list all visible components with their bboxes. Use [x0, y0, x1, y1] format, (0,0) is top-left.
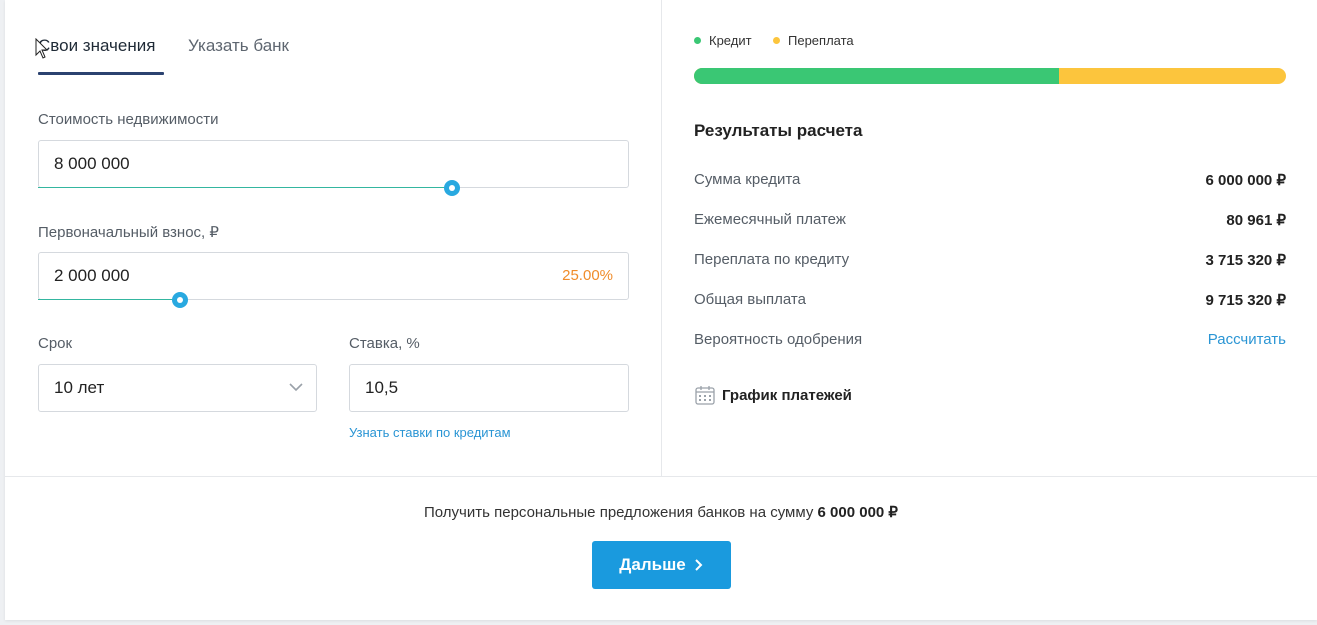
down-payment-slider-thumb[interactable]	[171, 292, 188, 308]
chevron-right-icon	[695, 559, 703, 571]
next-button[interactable]: Дальше	[592, 541, 731, 589]
total-payment-value: 9 715 320 ₽	[1205, 292, 1286, 309]
down-payment-field[interactable]: 2 000 000 25.00%	[38, 252, 629, 300]
credit-bar-segment	[694, 68, 1060, 84]
term-select[interactable]: 10 лет	[38, 364, 317, 412]
property-cost-value: 8 000 000	[54, 154, 130, 173]
offer-amount: 6 000 000 ₽	[817, 504, 898, 521]
mouse-cursor-icon	[35, 38, 49, 59]
vertical-divider	[661, 0, 662, 476]
calendar-icon	[695, 386, 715, 405]
next-button-label: Дальше	[619, 555, 686, 574]
offer-text-label: Получить персональные предложения банков…	[424, 504, 814, 521]
property-cost-label: Стоимость недвижимости	[38, 111, 219, 128]
legend-overpay: Переплата	[773, 33, 854, 48]
tab-own-values[interactable]: Свои значения	[38, 36, 155, 56]
property-cost-slider-thumb[interactable]	[443, 180, 460, 196]
rates-link[interactable]: Узнать ставки по кредитам	[349, 425, 511, 440]
down-payment-percent: 25.00%	[562, 267, 613, 284]
payment-schedule-label: График платежей	[722, 386, 852, 404]
active-tab-underline	[38, 72, 164, 75]
rate-field[interactable]: 10,5	[349, 364, 629, 412]
rate-label: Ставка, %	[349, 335, 420, 352]
chevron-down-icon	[289, 383, 303, 392]
property-cost-slider-track	[38, 187, 452, 188]
term-value: 10 лет	[54, 378, 105, 397]
total-payment-label: Общая выплата	[694, 291, 806, 308]
mortgage-calculator-card: Свои значения Указать банк Стоимость нед…	[5, 0, 1317, 620]
calculate-approval-link[interactable]: Рассчитать	[1208, 331, 1286, 348]
legend-credit-label: Кредит	[709, 33, 752, 48]
horizontal-divider	[5, 476, 1317, 477]
rate-value: 10,5	[365, 378, 399, 397]
overpayment-value: 3 715 320 ₽	[1205, 252, 1286, 269]
down-payment-label: Первоначальный взнос, ₽	[38, 224, 219, 241]
property-cost-field[interactable]: 8 000 000	[38, 140, 629, 188]
results-title: Результаты расчета	[694, 121, 863, 140]
offer-text: Получить персональные предложения банков…	[5, 503, 1317, 521]
legend-overpay-label: Переплата	[788, 33, 854, 48]
credit-overpay-bar	[694, 68, 1286, 84]
down-payment-slider-track	[38, 299, 180, 300]
legend-credit: Кредит	[694, 33, 752, 48]
loan-amount-label: Сумма кредита	[694, 171, 801, 188]
loan-amount-value: 6 000 000 ₽	[1205, 172, 1286, 189]
legend-credit-dot	[694, 37, 701, 44]
down-payment-value: 2 000 000	[54, 266, 130, 285]
overpayment-label: Переплата по кредиту	[694, 251, 850, 268]
monthly-payment-label: Ежемесячный платеж	[694, 211, 846, 228]
payment-schedule-button[interactable]: График платежей	[694, 384, 852, 406]
legend-overpay-dot	[773, 37, 780, 44]
monthly-payment-value: 80 961 ₽	[1226, 212, 1286, 229]
term-label: Срок	[38, 335, 73, 352]
approval-probability-label: Вероятность одобрения	[694, 331, 863, 348]
tab-choose-bank[interactable]: Указать банк	[188, 36, 289, 56]
